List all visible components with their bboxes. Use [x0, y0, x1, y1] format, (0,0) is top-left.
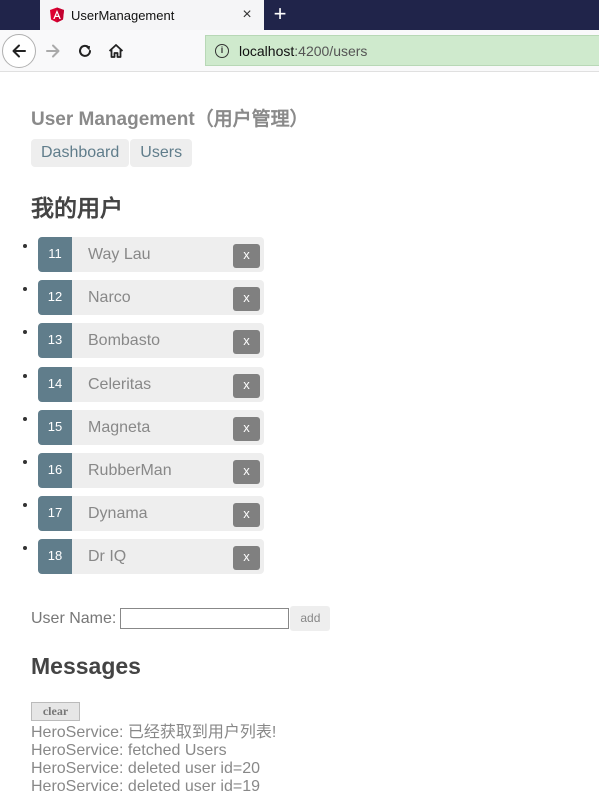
back-arrow-icon: [12, 44, 26, 58]
url-text: localhost:4200/users: [239, 43, 367, 59]
user-id-badge: 14: [38, 366, 72, 402]
user-list-item[interactable]: 11 Way Lau x: [38, 237, 264, 272]
nav-dashboard-link[interactable]: Dashboard: [31, 139, 130, 167]
reload-icon: [79, 44, 91, 57]
user-list-item[interactable]: 12 Narco x: [38, 280, 264, 316]
address-bar[interactable]: i localhost:4200/users: [205, 35, 599, 66]
delete-user-button[interactable]: x: [233, 373, 260, 398]
forward-button[interactable]: [42, 40, 64, 62]
user-name[interactable]: Dr IQ: [88, 548, 126, 566]
delete-user-button[interactable]: x: [233, 546, 260, 571]
add-button[interactable]: add: [290, 606, 331, 631]
user-name[interactable]: Dynama: [88, 505, 148, 523]
user-list-item[interactable]: 13 Bombasto x: [38, 323, 264, 359]
user-list: 11 Way Lau x 12 Narco x 13 Bombasto x 14 Celeritas…: [38, 237, 264, 583]
messages-title: Messages: [31, 653, 141, 679]
user-list-item[interactable]: 17 Dynama x: [38, 496, 264, 532]
user-name-label: User Name:: [31, 609, 117, 627]
user-list-item[interactable]: 14 Celeritas x: [38, 366, 264, 402]
reload-button[interactable]: [74, 40, 96, 62]
user-id-badge: 13: [38, 323, 72, 359]
tab-strip: UserManagement × +: [0, 0, 599, 30]
add-user-form: User Name: add: [31, 606, 331, 631]
browser-tab[interactable]: UserManagement ×: [40, 0, 264, 30]
info-icon[interactable]: i: [215, 43, 229, 58]
user-list-item[interactable]: 18 Dr IQ x: [38, 539, 264, 575]
back-button[interactable]: [2, 34, 36, 68]
delete-user-button[interactable]: x: [233, 416, 260, 441]
tab-close-icon[interactable]: ×: [236, 6, 258, 24]
message-item: HeroService: deleted user id=20: [31, 760, 261, 777]
user-name[interactable]: Narco: [88, 289, 131, 307]
user-id-badge: 18: [38, 539, 72, 575]
forward-arrow-icon: [46, 44, 60, 58]
user-id-badge: 11: [38, 237, 72, 272]
user-id-badge: 16: [38, 452, 72, 488]
user-name-input[interactable]: [120, 608, 290, 629]
delete-user-button[interactable]: x: [233, 287, 260, 312]
angular-icon: [50, 7, 64, 23]
message-item: HeroService: fetched Users: [31, 742, 227, 759]
delete-user-button[interactable]: x: [233, 459, 260, 484]
user-name[interactable]: RubberMan: [88, 462, 172, 480]
new-tab-icon[interactable]: +: [268, 3, 292, 27]
message-list: HeroService: 已经获取到用户列表! HeroService: fetc…: [31, 724, 276, 796]
url-host: localhost: [239, 42, 295, 59]
user-id-badge: 17: [38, 496, 72, 532]
home-button[interactable]: [105, 40, 127, 62]
url-path: :4200/users: [294, 42, 368, 59]
user-list-item[interactable]: 15 Magneta x: [38, 409, 264, 445]
heroes-section-title: 我的用户: [31, 195, 123, 221]
home-icon: [108, 44, 124, 58]
user-name[interactable]: Magneta: [88, 419, 150, 437]
message-item: HeroService: 已经获取到用户列表!: [31, 724, 277, 741]
delete-user-button[interactable]: x: [233, 330, 260, 355]
app-nav: Dashboard Users: [31, 139, 193, 167]
message-item: HeroService: deleted user id=19: [31, 778, 261, 795]
user-name[interactable]: Celeritas: [88, 376, 151, 394]
app-title: User Management（用户管理）: [31, 109, 309, 130]
user-name[interactable]: Bombasto: [88, 332, 160, 350]
user-id-badge: 15: [38, 409, 72, 445]
user-list-item[interactable]: 16 RubberMan x: [38, 452, 264, 488]
user-id-badge: 12: [38, 280, 72, 316]
delete-user-button[interactable]: x: [233, 503, 260, 528]
delete-user-button[interactable]: x: [233, 244, 260, 268]
tab-title: UserManagement: [71, 7, 175, 23]
user-name[interactable]: Way Lau: [88, 246, 151, 264]
nav-users-link[interactable]: Users: [130, 139, 193, 167]
clear-button[interactable]: clear: [31, 702, 80, 721]
